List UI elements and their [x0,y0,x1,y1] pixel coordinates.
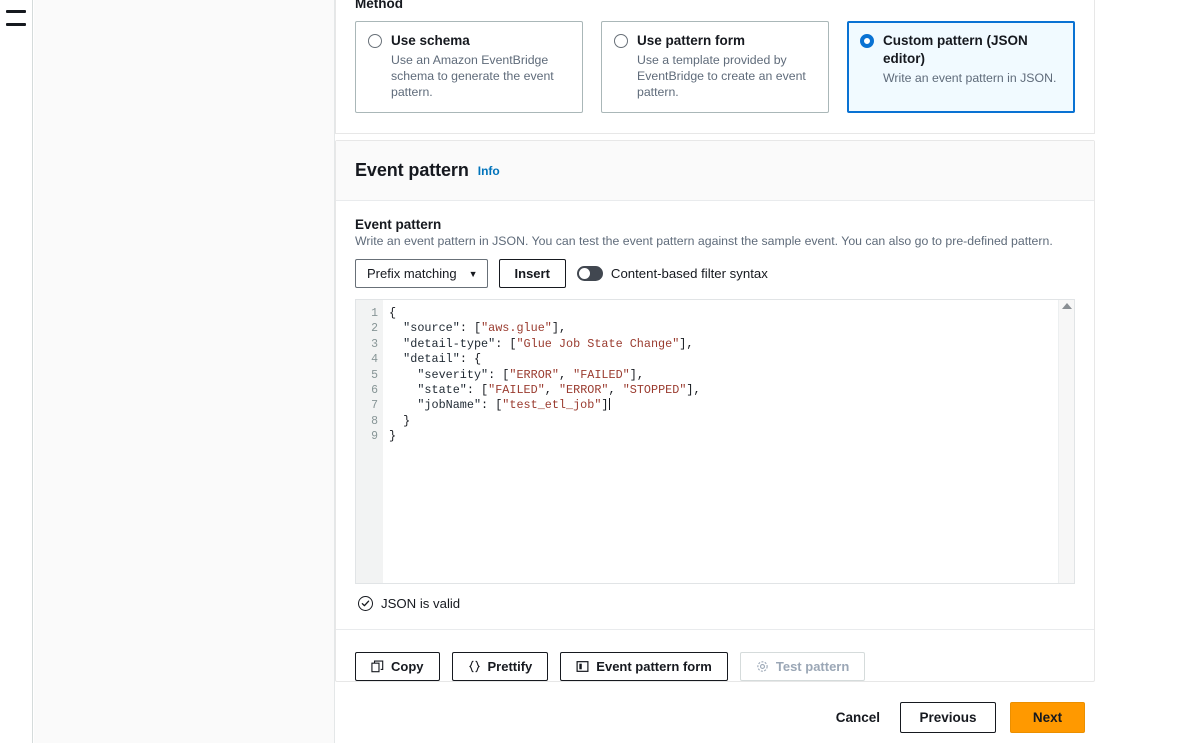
line-number: 9 [371,430,378,444]
line-number: 2 [371,322,378,336]
event-pattern-form-button[interactable]: Event pattern form [560,652,728,681]
cancel-button[interactable]: Cancel [830,710,886,725]
method-card-description: Use an Amazon EventBridge schema to gene… [391,52,554,100]
radio-custom-pattern[interactable] [860,34,874,48]
info-link[interactable]: Info [478,164,500,178]
copy-icon [371,660,384,673]
event-pattern-container: Event pattern Info Event pattern Write a… [335,140,1095,682]
method-panel: Method Use schema Use an Amazon EventBri… [335,0,1095,135]
copy-button[interactable]: Copy [355,652,440,681]
check-circle-icon [358,596,373,611]
json-validation-status: JSON is valid [355,584,1075,611]
left-nav-rail [0,0,33,743]
method-card-group: Use schema Use an Amazon EventBridge sch… [355,21,1075,114]
json-editor[interactable]: 1 2 3 4 5 6 7 8 9 { "source": ["aws.glue… [355,299,1075,584]
line-number: 6 [371,384,378,398]
copy-button-label: Copy [391,659,424,674]
braces-icon [468,660,481,673]
method-card-title: Use pattern form [637,33,746,48]
line-number: 3 [371,337,378,351]
editor-line-numbers: 1 2 3 4 5 6 7 8 9 [356,300,383,583]
gear-icon [756,660,769,673]
method-card-custom-pattern[interactable]: Custom pattern (JSON editor) Write an ev… [847,21,1075,114]
matcher-select[interactable]: Prefix matching ▼ [355,259,488,288]
line-number: 5 [371,368,378,382]
line-number: 7 [371,399,378,413]
insert-button[interactable]: Insert [498,259,566,288]
method-label: Method [355,0,403,11]
eventbridge-create-rule-page: Method Use schema Use an Amazon EventBri… [0,0,1200,743]
event-pattern-field-label: Event pattern [355,217,442,232]
page-title: Event pattern [355,160,469,180]
prettify-button-label: Prettify [487,659,533,674]
method-card-title: Use schema [391,33,470,48]
editor-scrollbar[interactable] [1058,300,1074,583]
editor-code-area[interactable]: { "source": ["aws.glue"], "detail-type":… [383,300,1058,583]
side-panel-background [34,0,335,743]
radio-use-pattern-form[interactable] [614,34,628,48]
json-validation-text: JSON is valid [381,596,461,611]
method-card-use-pattern-form[interactable]: Use pattern form Use a template provided… [601,21,829,114]
test-pattern-button[interactable]: Test pattern [739,652,866,681]
event-pattern-field-hint: Write an event pattern in JSON. You can … [355,234,1053,248]
matcher-select-value: Prefix matching [367,266,457,281]
scroll-up-arrow-icon[interactable] [1061,303,1072,309]
method-card-description: Write an event pattern in JSON. [883,70,1057,85]
radio-use-schema[interactable] [368,34,382,48]
wizard-footer: Cancel Previous Next [335,692,1095,743]
next-button[interactable]: Next [1010,702,1085,733]
previous-button[interactable]: Previous [900,702,996,733]
panel-icon [576,660,589,673]
toggle-knob [578,268,590,279]
method-card-use-schema[interactable]: Use schema Use an Amazon EventBridge sch… [355,21,583,114]
content-filter-toggle-label: Content-based filter syntax [610,266,768,281]
event-pattern-toolbar: Prefix matching ▼ Insert Content-based f… [355,259,1075,288]
event-pattern-body: Event pattern Write an event pattern in … [336,201,1094,681]
content-filter-toggle[interactable]: Content-based filter syntax [576,266,768,281]
chevron-down-icon: ▼ [468,268,478,279]
method-card-description: Use a template provided by EventBridge t… [637,52,806,100]
test-pattern-button-label: Test pattern [775,659,850,674]
prettify-button[interactable]: Prettify [451,652,549,681]
main-content: Method Use schema Use an Amazon EventBri… [335,0,1200,743]
event-pattern-form-button-label: Event pattern form [596,659,712,674]
editor-action-buttons: Copy Prettify Event pattern form Test pa… [336,629,1094,681]
toggle-track[interactable] [576,266,603,281]
method-card-title: Custom pattern (JSON editor) [883,33,1028,66]
line-number: 1 [371,307,378,320]
line-number: 8 [371,414,378,428]
hamburger-menu-icon[interactable] [6,10,26,26]
event-pattern-header: Event pattern Info [336,141,1094,201]
line-number: 4 [371,353,378,367]
